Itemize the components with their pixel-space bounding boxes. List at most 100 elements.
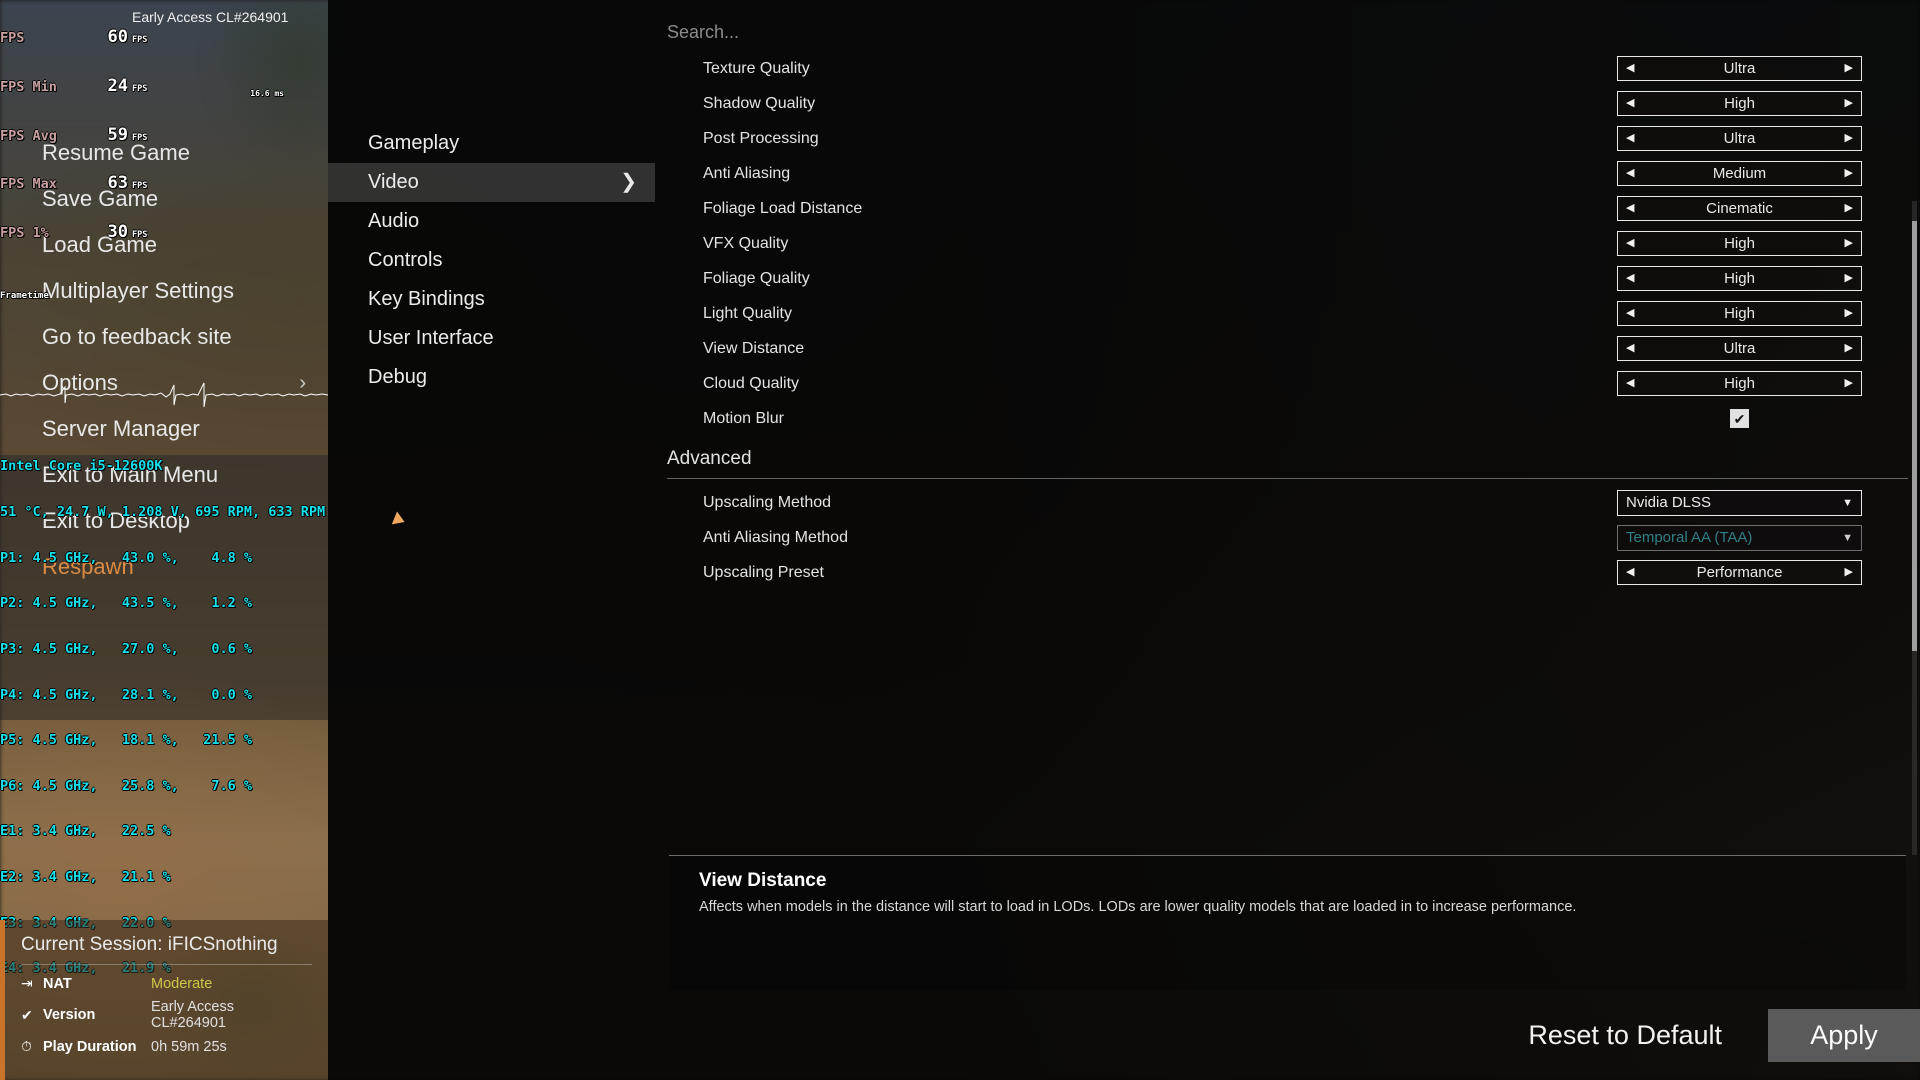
fps-unit: FPS: [132, 35, 148, 46]
session-key: NAT: [43, 975, 72, 992]
setting-value: Ultra: [1723, 60, 1756, 77]
setting-row-foliage-quality: Foliage Quality ◀ High ▶: [655, 261, 1920, 296]
setting-value: High: [1724, 235, 1755, 252]
setting-row-anti-aliasing-method: Anti Aliasing Method Temporal AA (TAA) ▼: [655, 520, 1920, 555]
arrow-left-icon[interactable]: ◀: [1626, 203, 1634, 214]
arrow-left-icon[interactable]: ◀: [1626, 343, 1634, 354]
setting-spinner-vfx-quality[interactable]: ◀ High ▶: [1617, 231, 1862, 256]
setting-spinner-foliage-load-distance[interactable]: ◀ Cinematic ▶: [1617, 196, 1862, 221]
mouse-cursor-icon: [391, 511, 408, 529]
session-value: Moderate: [151, 975, 213, 992]
chevron-down-icon: ▼: [1842, 531, 1853, 544]
fps-value: 59: [107, 124, 128, 145]
setting-row-vfx-quality: VFX Quality ◀ High ▶: [655, 226, 1920, 261]
settings-nav-item-key-bindings[interactable]: Key Bindings: [328, 280, 655, 319]
setting-value: High: [1724, 270, 1755, 287]
setting-spinner-shadow-quality[interactable]: ◀ High ▶: [1617, 91, 1862, 116]
setting-label: Foliage Load Distance: [703, 199, 863, 217]
setting-label: Upscaling Method: [703, 493, 832, 511]
arrow-right-icon[interactable]: ▶: [1845, 98, 1853, 109]
nav-item-label: Controls: [368, 249, 443, 271]
session-row-version: ✔ Version Early Access CL#264901: [21, 999, 312, 1031]
setting-spinner-upscaling-preset[interactable]: ◀ Performance ▶: [1617, 560, 1862, 585]
arrow-left-icon[interactable]: ◀: [1626, 238, 1634, 249]
setting-label: Shadow Quality: [703, 94, 816, 112]
frametime-label: Frametime: [0, 290, 49, 301]
cpu-core: P4: 4.5 GHz, 28.1 %, 0.0 %: [0, 686, 252, 703]
fps-label: FPS Max: [0, 176, 57, 193]
nav-item-label: Audio: [368, 210, 420, 232]
setting-label: Texture Quality: [703, 59, 810, 77]
arrow-right-icon[interactable]: ▶: [1845, 273, 1853, 284]
search-input[interactable]: [667, 22, 1087, 43]
chevron-down-icon[interactable]: ▼: [1842, 497, 1853, 509]
arrow-right-icon[interactable]: ▶: [1845, 238, 1853, 249]
setting-spinner-texture-quality[interactable]: ◀ Ultra ▶: [1617, 56, 1862, 81]
fps-row: FPS 60 FPS: [0, 29, 340, 48]
setting-spinner-light-quality[interactable]: ◀ High ▶: [1617, 301, 1862, 326]
setting-value: Nvidia DLSS: [1626, 494, 1712, 511]
setting-spinner-view-distance[interactable]: ◀ Ultra ▶: [1617, 336, 1862, 361]
cpu-core: P2: 4.5 GHz, 43.5 %, 1.2 %: [0, 595, 252, 612]
session-row-play-duration: ⏱ Play Duration 0h 59m 25s: [21, 1038, 312, 1055]
setting-description-panel: View Distance Affects when models in the…: [669, 855, 1906, 990]
arrow-right-icon[interactable]: ▶: [1845, 308, 1853, 319]
fps-unit: FPS: [132, 181, 148, 192]
nat-icon: ⇥: [21, 975, 33, 991]
setting-spinner-cloud-quality[interactable]: ◀ High ▶: [1617, 371, 1862, 396]
arrow-left-icon[interactable]: ◀: [1626, 378, 1634, 389]
arrow-right-icon[interactable]: ▶: [1845, 378, 1853, 389]
arrow-left-icon[interactable]: ◀: [1626, 98, 1634, 109]
check-icon: ✔: [21, 1006, 33, 1023]
current-session-panel: Current Session: iFICSnothing ⇥ NAT Mode…: [0, 920, 328, 1080]
setting-spinner-anti-aliasing[interactable]: ◀ Medium ▶: [1617, 161, 1862, 186]
setting-dropdown-upscaling-method[interactable]: Nvidia DLSS ▼: [1617, 489, 1862, 516]
settings-nav-item-controls[interactable]: Controls: [328, 241, 655, 280]
setting-row-post-processing: Post Processing ◀ Ultra ▶: [655, 121, 1920, 156]
settings-nav-item-gameplay[interactable]: Gameplay: [328, 124, 655, 163]
nav-item-label: Key Bindings: [368, 288, 485, 310]
setting-row-foliage-load-distance: Foliage Load Distance ◀ Cinematic ▶: [655, 191, 1920, 226]
setting-checkbox-motion-blur[interactable]: ✔: [1730, 409, 1749, 428]
fps-row: FPS Min 24 FPS: [0, 77, 340, 97]
fps-row: FPS Avg 59 FPS: [0, 124, 340, 146]
settings-nav-item-debug[interactable]: Debug: [328, 358, 655, 397]
setting-label: View Distance: [703, 339, 805, 357]
setting-spinner-post-processing[interactable]: ◀ Ultra ▶: [1617, 126, 1862, 151]
arrow-left-icon[interactable]: ◀: [1626, 168, 1634, 179]
setting-value: High: [1724, 375, 1755, 392]
arrow-left-icon[interactable]: ◀: [1626, 567, 1634, 578]
settings-scrollbar-track[interactable]: [1912, 201, 1917, 855]
setting-value: Performance: [1696, 564, 1783, 581]
fps-unit: FPS: [132, 84, 148, 95]
frametime-graph: [0, 350, 340, 407]
arrow-right-icon[interactable]: ▶: [1845, 203, 1853, 214]
arrow-left-icon[interactable]: ◀: [1626, 308, 1634, 319]
fps-value: 30: [107, 221, 128, 242]
setting-spinner-foliage-quality[interactable]: ◀ High ▶: [1617, 266, 1862, 291]
performance-overlay: FPS 60 FPS FPS Min 24 FPS FPS Avg 59 FPS…: [0, 0, 340, 1080]
advanced-section-divider: [667, 478, 1908, 479]
settings-overlay: Gameplay Video ❯ Audio Controls Key Bind…: [328, 0, 1920, 1080]
arrow-right-icon[interactable]: ▶: [1845, 168, 1853, 179]
arrow-left-icon[interactable]: ◀: [1626, 63, 1634, 74]
description-title: View Distance: [699, 870, 827, 891]
arrow-left-icon[interactable]: ◀: [1626, 273, 1634, 284]
settings-nav-item-video[interactable]: Video ❯: [328, 163, 655, 202]
fps-row: FPS 1% 30 FPS: [0, 221, 340, 243]
apply-button[interactable]: Apply: [1768, 1008, 1920, 1062]
fps-row: FPS Max 63 FPS: [0, 175, 340, 194]
arrow-right-icon[interactable]: ▶: [1845, 343, 1853, 354]
settings-nav-item-user-interface[interactable]: User Interface: [328, 319, 655, 358]
arrow-right-icon[interactable]: ▶: [1845, 63, 1853, 74]
reset-to-default-button[interactable]: Reset to Default: [1482, 990, 1768, 1080]
setting-row-shadow-quality: Shadow Quality ◀ High ▶: [655, 86, 1920, 121]
arrow-right-icon[interactable]: ▶: [1845, 567, 1853, 578]
settings-scrollbar-thumb[interactable]: [1912, 221, 1917, 651]
session-value: Early Access CL#264901: [151, 999, 234, 1031]
arrow-right-icon[interactable]: ▶: [1845, 133, 1853, 144]
setting-value: High: [1724, 305, 1755, 322]
settings-nav-item-audio[interactable]: Audio: [328, 202, 655, 241]
cpu-core: P5: 4.5 GHz, 18.1 %, 21.5 %: [0, 732, 252, 749]
arrow-left-icon[interactable]: ◀: [1626, 133, 1634, 144]
